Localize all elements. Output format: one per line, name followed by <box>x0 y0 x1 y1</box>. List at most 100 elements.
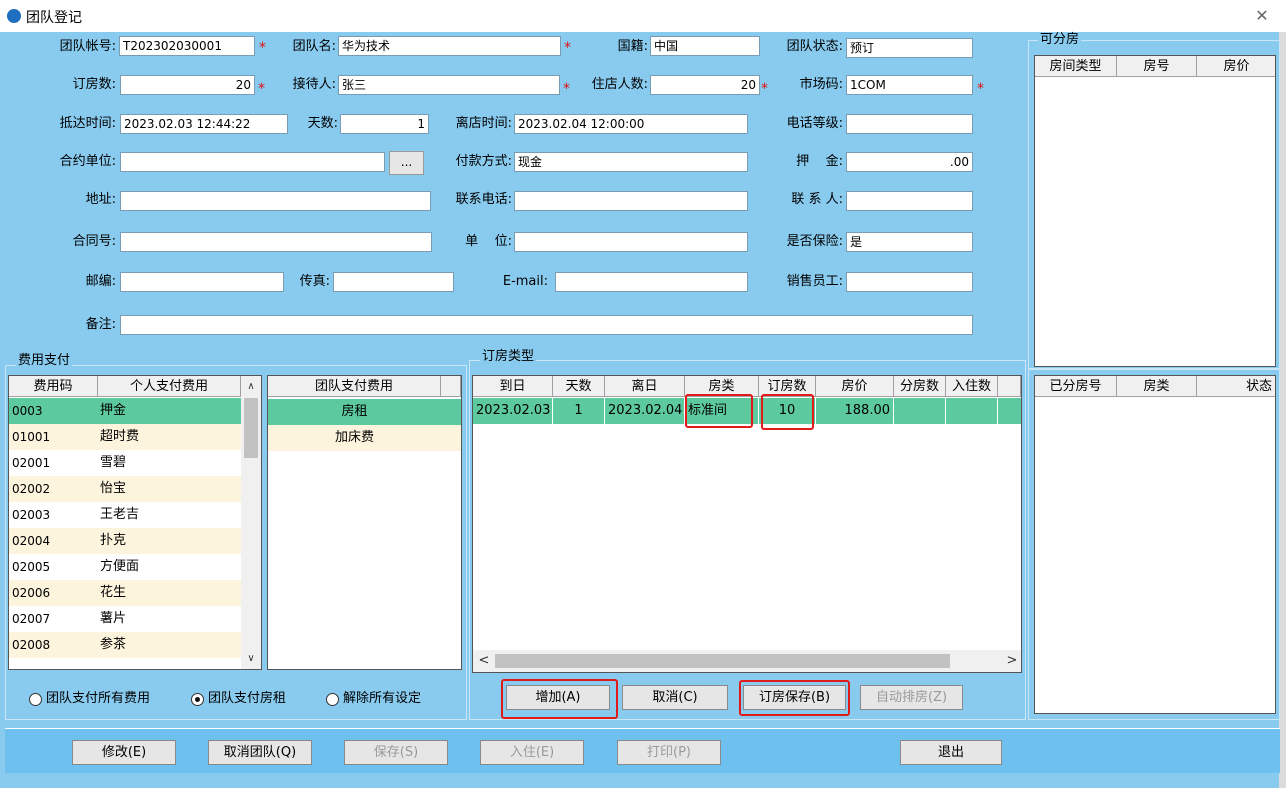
email-field[interactable] <box>555 272 748 292</box>
team-fee-row[interactable]: 房租 <box>268 399 461 425</box>
contact-phone-field[interactable] <box>514 191 748 211</box>
checkin-button[interactable]: 入住(E) <box>480 740 584 765</box>
option-clear-label[interactable]: 解除所有设定 <box>343 690 421 708</box>
receptionist-field[interactable]: 张三 <box>338 75 560 95</box>
contract-unit-browse-button[interactable]: ... <box>389 151 424 175</box>
team-fee-row[interactable]: 加床费 <box>268 425 461 451</box>
fee-name: 押金 <box>100 403 127 418</box>
nationality-field[interactable]: 中国 <box>650 36 760 56</box>
fee-code: 02008 <box>12 638 51 652</box>
personal-fee-row[interactable]: 02006 花生 <box>9 580 241 606</box>
days-field[interactable]: 1 <box>340 114 429 134</box>
guests-field[interactable]: 20 <box>650 75 760 95</box>
team-account-field[interactable]: T202302030001 <box>119 36 255 56</box>
fee-payment-title: 费用支付 <box>16 353 73 369</box>
personal-fee-row[interactable]: 02007 薯片 <box>9 606 241 632</box>
departure-field[interactable]: 2023.02.04 12:00:00 <box>514 114 748 134</box>
team-fee-table[interactable]: 团队支付费用 房租 加床费 <box>267 375 462 670</box>
personal-fee-row[interactable]: 0003 押金 <box>9 398 241 424</box>
app-icon <box>7 9 21 23</box>
phone-level-field[interactable] <box>846 114 973 134</box>
personal-col-code[interactable]: 费用码 <box>9 376 98 397</box>
departure-label: 离店时间: <box>455 116 512 131</box>
team-col-fee[interactable]: 团队支付费用 <box>268 376 441 397</box>
nationality-label: 国籍: <box>617 39 648 54</box>
booking-scroll-thumb[interactable] <box>495 654 950 668</box>
cancel-booking-button[interactable]: 取消(C) <box>622 685 728 710</box>
unit-field[interactable] <box>514 232 748 252</box>
contact-person-field[interactable] <box>846 191 973 211</box>
contract-unit-field[interactable] <box>120 152 385 172</box>
personal-fee-row[interactable]: 02008 参茶 <box>9 632 241 658</box>
phone-level-label: 电话等级: <box>786 116 843 131</box>
personal-fee-row[interactable]: 02004 扑克 <box>9 528 241 554</box>
option-room-rent-label[interactable]: 团队支付房租 <box>208 690 286 708</box>
assigned-rooms-table[interactable]: 已分房号 房类 状态 <box>1034 375 1276 714</box>
auto-assign-button[interactable]: 自动排房(Z) <box>860 685 963 710</box>
exit-button[interactable]: 退出 <box>900 740 1002 765</box>
cancel-team-button[interactable]: 取消团队(Q) <box>208 740 312 765</box>
scroll-up-icon[interactable]: ∧ <box>241 378 261 396</box>
scroll-left-icon[interactable]: < <box>475 652 493 670</box>
fee-code: 02001 <box>12 456 51 470</box>
option-all-fees-label[interactable]: 团队支付所有费用 <box>46 690 150 708</box>
personal-fee-row[interactable]: 02003 王老吉 <box>9 502 241 528</box>
required-mark: * <box>761 81 768 97</box>
booking-col-7[interactable]: 入住数 <box>946 376 998 397</box>
available-rooms-table[interactable]: 房间类型 房号 房价 <box>1034 55 1276 367</box>
scroll-right-icon[interactable]: > <box>1003 652 1021 670</box>
close-icon[interactable]: ✕ <box>1252 6 1272 26</box>
team-name-field[interactable]: 华为技术 <box>338 36 561 56</box>
personal-col-name[interactable]: 个人支付费用 <box>98 376 241 397</box>
team-col-extra[interactable] <box>441 376 461 397</box>
insured-field[interactable]: 是 <box>846 232 973 252</box>
save-button[interactable]: 保存(S) <box>344 740 448 765</box>
fee-code: 02002 <box>12 482 51 496</box>
available-col-price[interactable]: 房价 <box>1197 56 1275 77</box>
fax-field[interactable] <box>333 272 454 292</box>
fee-name: 扑克 <box>100 533 127 548</box>
deposit-field[interactable]: .00 <box>846 152 973 172</box>
postcode-field[interactable] <box>120 272 284 292</box>
option-clear-radio[interactable] <box>326 693 339 706</box>
days-label: 天数: <box>307 116 338 131</box>
assigned-col-room[interactable]: 已分房号 <box>1035 376 1117 397</box>
scroll-down-icon[interactable]: ∨ <box>241 650 261 668</box>
sales-field[interactable] <box>846 272 973 292</box>
window-title: 团队登记 <box>26 10 82 26</box>
modify-button[interactable]: 修改(E) <box>72 740 176 765</box>
booking-col-2[interactable]: 离日 <box>605 376 685 397</box>
team-status-field[interactable]: 预订 <box>846 38 973 58</box>
payment-field[interactable]: 现金 <box>514 152 748 172</box>
fee-name: 怡宝 <box>100 481 127 496</box>
arrival-field[interactable]: 2023.02.03 12:44:22 <box>120 114 288 134</box>
booking-cell-checked_in <box>946 398 998 424</box>
assigned-col-type[interactable]: 房类 <box>1117 376 1197 397</box>
fee-code: 02003 <box>12 508 51 522</box>
booking-col-5[interactable]: 房价 <box>816 376 894 397</box>
assigned-col-status[interactable]: 状态 <box>1197 376 1275 397</box>
available-rooms-title: 可分房 <box>1038 32 1082 48</box>
print-button[interactable]: 打印(P) <box>617 740 721 765</box>
unit-label: 单 位: <box>465 234 512 249</box>
personal-fee-table[interactable]: 费用码 个人支付费用 0003 押金 01001 超时费 02001 雪碧 02002 怡宝 0… <box>8 375 262 670</box>
available-col-type[interactable]: 房间类型 <box>1035 56 1117 77</box>
personal-fee-row[interactable]: 02002 怡宝 <box>9 476 241 502</box>
booking-col-1[interactable]: 天数 <box>553 376 605 397</box>
personal-fee-row[interactable]: 01001 超时费 <box>9 424 241 450</box>
available-col-room[interactable]: 房号 <box>1117 56 1197 77</box>
personal-fee-row[interactable]: 02001 雪碧 <box>9 450 241 476</box>
contract-no-field[interactable] <box>120 232 432 252</box>
rooms-booked-field[interactable]: 20 <box>120 75 255 95</box>
option-room-rent-radio[interactable] <box>191 693 204 706</box>
personal-fee-row[interactable]: 02005 方便面 <box>9 554 241 580</box>
scroll-thumb[interactable] <box>244 398 258 458</box>
booking-col-6[interactable]: 分房数 <box>894 376 946 397</box>
remark-field[interactable] <box>120 315 973 335</box>
option-all-fees-radio[interactable] <box>29 693 42 706</box>
rooms-booked-label: 订房数: <box>72 77 116 92</box>
booking-col-0[interactable]: 到日 <box>473 376 553 397</box>
deposit-label: 押 金: <box>796 154 843 169</box>
market-code-field[interactable]: 1COM <box>846 75 973 95</box>
address-field[interactable] <box>120 191 431 211</box>
